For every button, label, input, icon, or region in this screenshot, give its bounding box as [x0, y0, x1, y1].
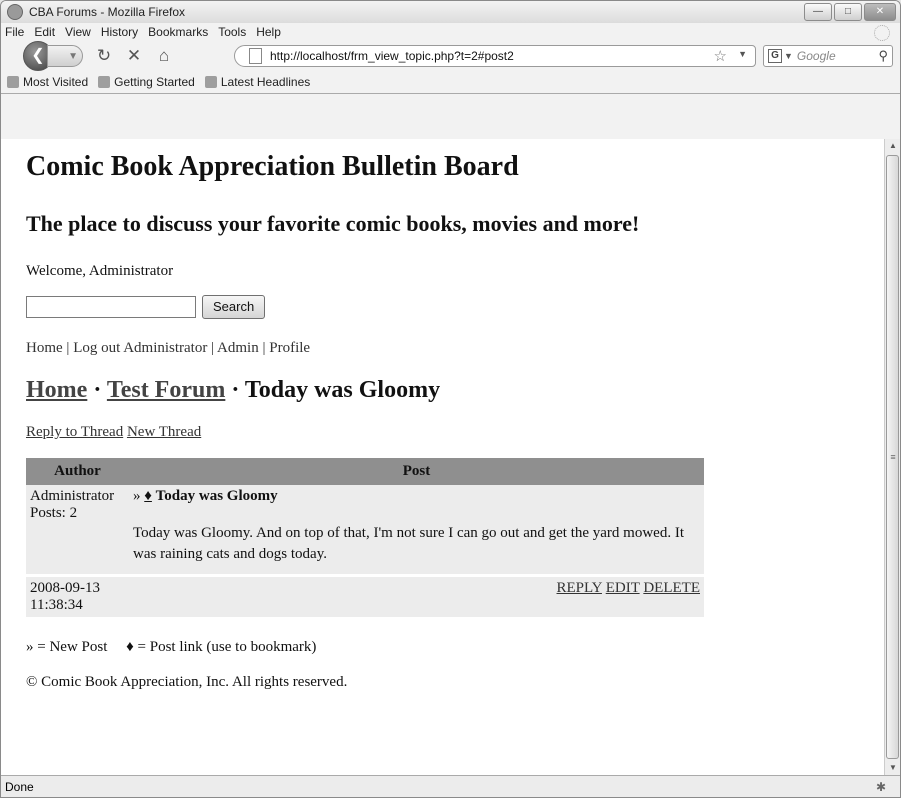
bookmark-most-visited[interactable]: Most Visited [7, 75, 88, 89]
menu-help[interactable]: Help [256, 25, 281, 39]
close-button[interactable]: ✕ [864, 3, 896, 21]
grip-icon: ≡ [890, 452, 896, 462]
post-actions-cell: REPLY EDIT DELETE [129, 574, 704, 617]
new-post-marker: » [133, 488, 141, 504]
menu-view[interactable]: View [65, 25, 91, 39]
post-date-cell: 2008-09-13 11:38:34 [26, 574, 129, 617]
firefox-bookmark-icon [98, 76, 111, 88]
welcome-text: Welcome, Administrator [26, 263, 174, 279]
scroll-up-icon[interactable]: ▲ [885, 139, 900, 153]
nav-profile-link[interactable]: Profile [269, 340, 310, 356]
search-placeholder[interactable]: Google [797, 49, 836, 63]
resize-grip-icon[interactable]: ✱ [876, 780, 886, 794]
scroll-thumb[interactable]: ≡ [886, 155, 899, 759]
reload-icon[interactable]: ↻ [95, 46, 113, 66]
home-icon[interactable]: ⌂ [155, 46, 173, 66]
post-time: 11:38:34 [30, 597, 83, 613]
nav-logout-link[interactable]: Log out Administrator [73, 340, 207, 356]
breadcrumb: Home · Test Forum · Today was Gloomy [26, 377, 441, 403]
throbber-icon [874, 25, 890, 41]
thread-actions: Reply to Thread New Thread [26, 424, 884, 441]
menu-edit[interactable]: Edit [34, 25, 55, 39]
menu-bookmarks[interactable]: Bookmarks [148, 25, 208, 39]
page-subtitle: The place to discuss your favorite comic… [26, 211, 640, 236]
status-bar: Done ✱ [1, 775, 900, 797]
rss-icon [204, 76, 217, 88]
minimize-button[interactable]: — [804, 3, 832, 21]
status-text: Done [5, 780, 34, 794]
legend-new-post: » = New Post [26, 639, 108, 655]
google-icon[interactable]: G [768, 49, 782, 63]
bookmark-latest-headlines[interactable]: Latest Headlines [204, 75, 310, 89]
search-input[interactable] [26, 296, 196, 318]
posts-table: Author Post Administrator Posts: 2 » ♦ T… [26, 458, 704, 617]
table-row: Administrator Posts: 2 » ♦ Today was Glo… [26, 485, 704, 574]
nav-links: Home | Log out Administrator | Admin | P… [26, 340, 311, 356]
post-date: 2008-09-13 [30, 580, 100, 596]
menu-bar: File Edit View History Bookmarks Tools H… [1, 23, 900, 41]
delete-link[interactable]: DELETE [643, 580, 700, 596]
url-text[interactable]: http://localhost/frm_view_topic.php?t=2#… [270, 49, 514, 63]
search-button[interactable]: Search [202, 295, 266, 319]
author-column-header: Author [26, 458, 129, 485]
breadcrumb-home-link[interactable]: Home [26, 377, 87, 403]
menu-history[interactable]: History [101, 25, 138, 39]
window-title: CBA Forums - Mozilla Firefox [29, 5, 186, 19]
reply-link[interactable]: REPLY [557, 580, 602, 596]
author-name: Administrator [30, 488, 115, 504]
chevron-down-icon[interactable]: ▼ [738, 49, 747, 59]
post-title: Today was Gloomy [155, 488, 278, 504]
menu-file[interactable]: File [5, 25, 24, 39]
title-bar: CBA Forums - Mozilla Firefox — □ ✕ [1, 1, 900, 23]
new-thread-link[interactable]: New Thread [127, 424, 201, 440]
bookmarks-toolbar: Most Visited Getting Started Latest Head… [1, 71, 900, 94]
reply-to-thread-link[interactable]: Reply to Thread [26, 424, 123, 440]
page-content: Comic Book Appreciation Bulletin Board T… [1, 139, 884, 775]
star-icon[interactable]: ☆ [714, 47, 727, 65]
table-row: 2008-09-13 11:38:34 REPLY EDIT DELETE [26, 574, 704, 617]
post-column-header: Post [129, 458, 704, 485]
post-cell: » ♦ Today was Gloomy Today was Gloomy. A… [129, 485, 704, 574]
address-bar[interactable]: http://localhost/frm_view_topic.php?t=2#… [234, 45, 756, 67]
scroll-down-icon[interactable]: ▼ [885, 761, 900, 775]
forward-button[interactable]: ▼ [47, 45, 83, 67]
author-cell: Administrator Posts: 2 [26, 485, 129, 574]
post-body: Today was Gloomy. And on top of that, I'… [133, 525, 684, 562]
search-engine-dropdown-icon[interactable]: ▼ [784, 51, 793, 61]
author-post-count: Posts: 2 [30, 505, 78, 521]
magnifier-icon[interactable]: ⚲ [878, 48, 888, 64]
browser-window: CBA Forums - Mozilla Firefox — □ ✕ File … [0, 0, 901, 798]
page-icon [249, 48, 262, 64]
edit-link[interactable]: EDIT [606, 580, 640, 596]
search-box[interactable]: G ▼ Google ⚲ [763, 45, 893, 67]
copyright-text: © Comic Book Appreciation, Inc. All righ… [26, 674, 348, 690]
legend-post-link: ♦ = Post link (use to bookmark) [126, 639, 317, 655]
bookmark-getting-started[interactable]: Getting Started [98, 75, 195, 89]
post-link-icon[interactable]: ♦ [144, 488, 152, 504]
vertical-scrollbar[interactable]: ▲ ≡ ▼ [884, 139, 900, 775]
stop-icon[interactable]: ✕ [125, 46, 143, 66]
breadcrumb-topic: Today was Gloomy [244, 377, 441, 403]
bookmark-icon [7, 76, 19, 88]
navigation-toolbar: ❮ ▼ ↻ ✕ ⌂ http://localhost/frm_view_topi… [1, 41, 900, 71]
menu-tools[interactable]: Tools [218, 25, 246, 39]
page-title: Comic Book Appreciation Bulletin Board [26, 151, 519, 182]
breadcrumb-forum-link[interactable]: Test Forum [107, 377, 225, 403]
legend: » = New Post ♦ = Post link (use to bookm… [26, 639, 884, 656]
nav-admin-link[interactable]: Admin [217, 340, 259, 356]
maximize-button[interactable]: □ [834, 3, 862, 21]
nav-home-link[interactable]: Home [26, 340, 63, 356]
firefox-icon [7, 4, 23, 20]
